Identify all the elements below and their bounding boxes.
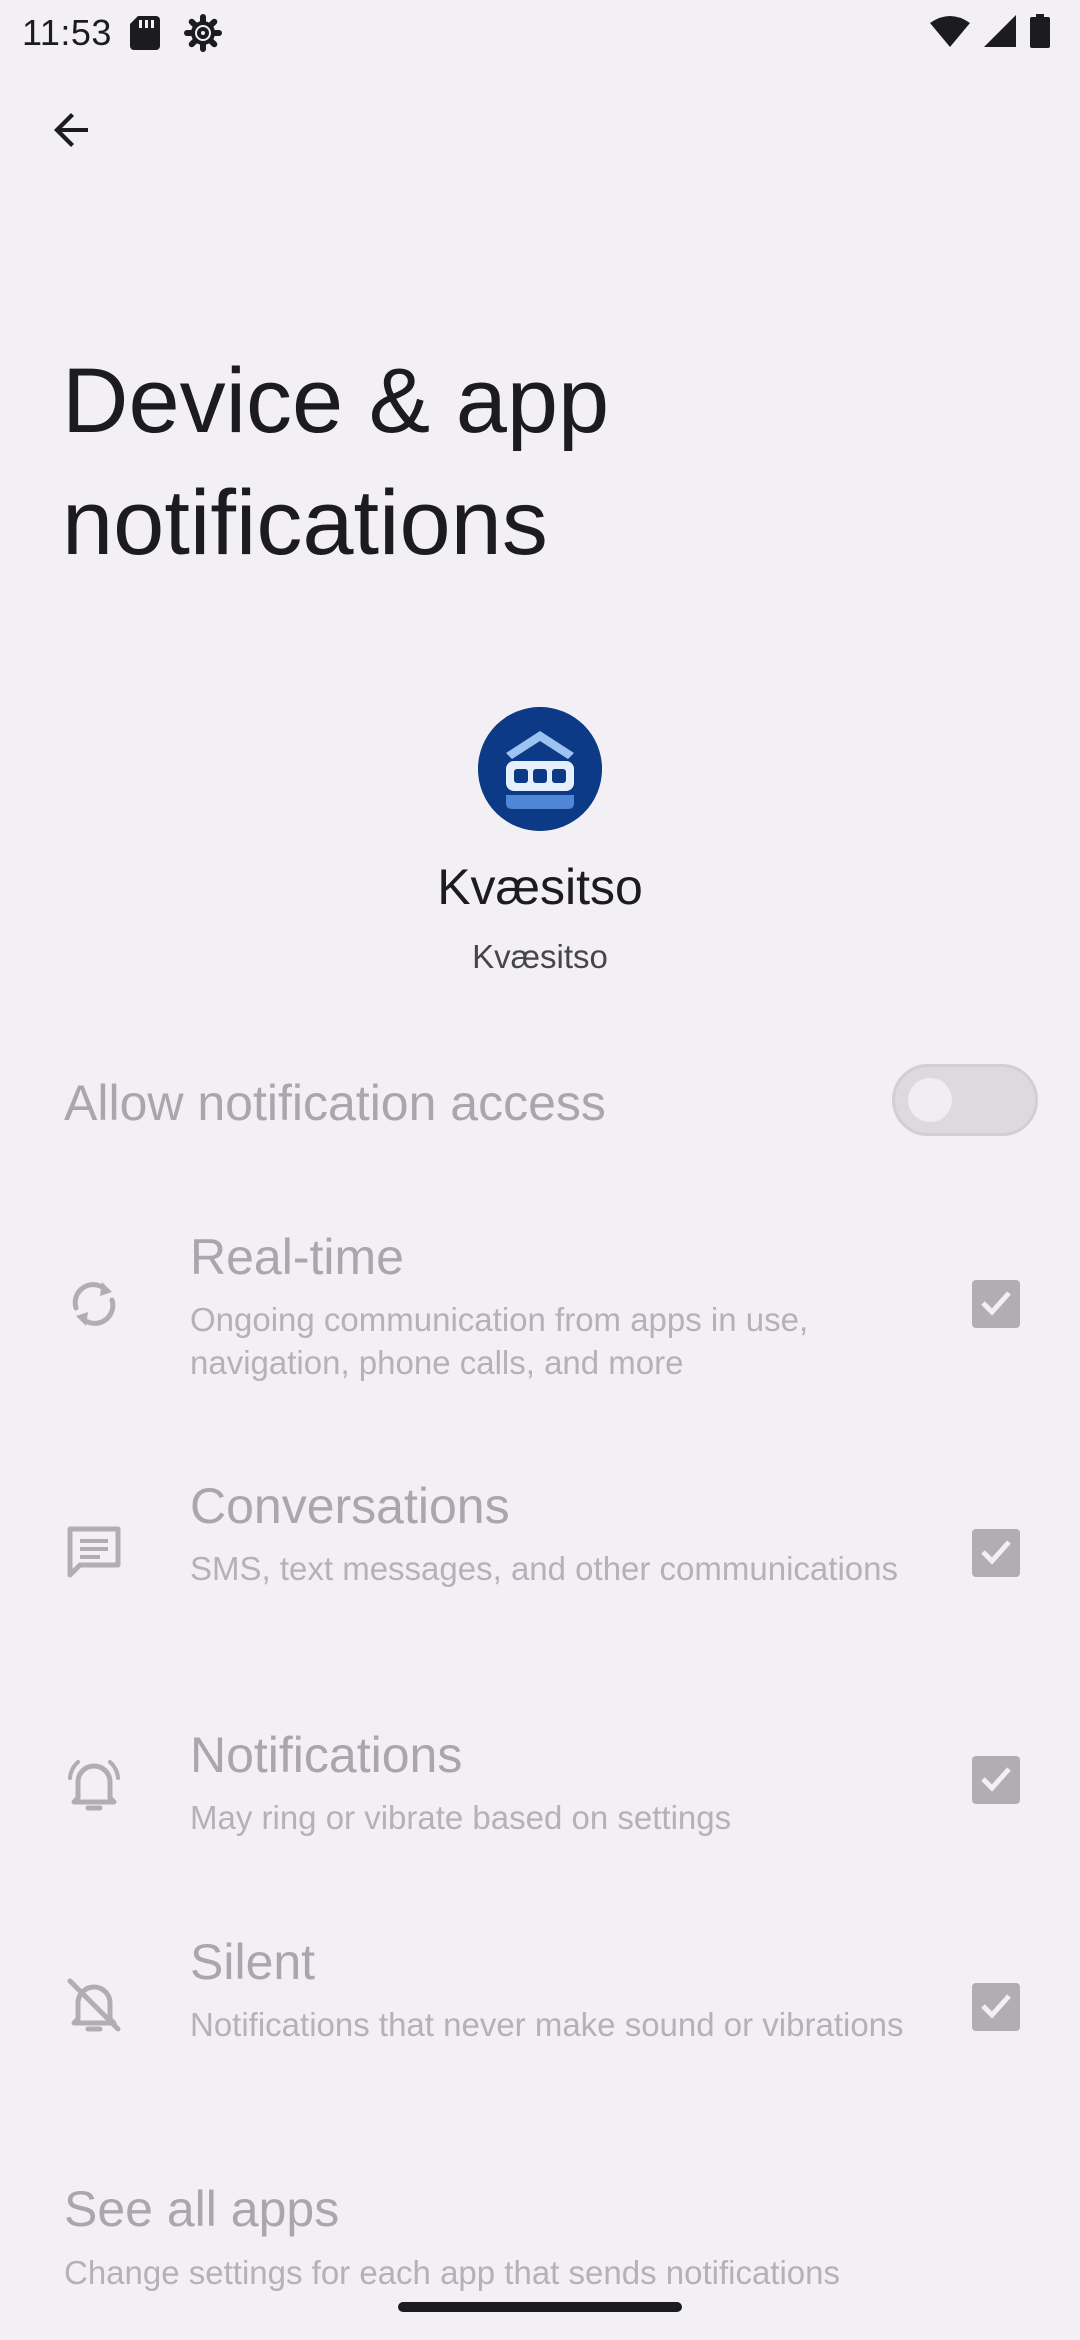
sync-icon bbox=[62, 1272, 126, 1336]
page-title: Device & app notifications bbox=[62, 350, 610, 574]
type-title-conversations: Conversations bbox=[190, 1478, 510, 1534]
battery-icon bbox=[1030, 14, 1050, 53]
arrow-back-icon bbox=[48, 106, 96, 159]
type-summary-silent: Notifications that never make sound or v… bbox=[190, 2006, 904, 2043]
type-row-conversations[interactable]: Conversations SMS, text messages, and ot… bbox=[0, 1477, 1080, 1637]
status-left-icons bbox=[130, 14, 222, 57]
status-bar: 11:53 bbox=[0, 0, 1080, 64]
message-icon bbox=[62, 1521, 126, 1585]
allow-notification-access-row[interactable]: Allow notification access bbox=[0, 1040, 1080, 1160]
type-row-real-time[interactable]: Real-time Ongoing communication from app… bbox=[0, 1228, 1080, 1388]
type-title-silent: Silent bbox=[190, 1934, 316, 1990]
type-summary-conversations: SMS, text messages, and other communicat… bbox=[190, 1550, 898, 1587]
see-all-apps-title: See all apps bbox=[64, 2181, 340, 2237]
allow-notification-access-switch[interactable] bbox=[892, 1064, 1038, 1136]
checkbox-silent[interactable] bbox=[972, 1983, 1020, 2031]
wifi-icon bbox=[930, 15, 970, 52]
checkbox-notifications[interactable] bbox=[972, 1756, 1020, 1804]
type-row-notifications[interactable]: Notifications May ring or vibrate based … bbox=[0, 1726, 1080, 1846]
checkbox-real-time[interactable] bbox=[972, 1280, 1020, 1328]
type-summary-real-time: Ongoing communication from apps in use, … bbox=[190, 1301, 809, 1381]
bell-off-icon bbox=[62, 1973, 126, 2037]
see-all-apps-row[interactable]: See all apps Change settings for each ap… bbox=[0, 2170, 1080, 2310]
see-all-apps-summary: Change settings for each app that sends … bbox=[64, 2254, 840, 2291]
status-time: 11:53 bbox=[22, 12, 112, 53]
app-icon bbox=[478, 707, 602, 831]
type-title-notifications: Notifications bbox=[190, 1727, 463, 1783]
app-package-label: Kvæsitso bbox=[472, 938, 608, 975]
gesture-navigation-handle[interactable] bbox=[398, 2302, 682, 2312]
check-icon bbox=[977, 1532, 1015, 1575]
status-right-icons bbox=[930, 14, 1050, 53]
checkbox-conversations[interactable] bbox=[972, 1529, 1020, 1577]
check-icon bbox=[977, 1759, 1015, 1802]
check-icon bbox=[977, 1283, 1015, 1326]
app-name: Kvæsitso bbox=[437, 859, 643, 915]
settings-gear-icon bbox=[184, 14, 222, 57]
sd-card-icon bbox=[130, 16, 160, 55]
bell-ring-icon bbox=[62, 1752, 126, 1816]
allow-notification-access-label: Allow notification access bbox=[64, 1075, 606, 1131]
back-button[interactable] bbox=[36, 96, 108, 168]
cell-signal-icon bbox=[984, 15, 1016, 52]
screen: 11:53 Device & app notifications Kvæsits… bbox=[0, 0, 1080, 2340]
type-title-real-time: Real-time bbox=[190, 1229, 404, 1285]
type-summary-notifications: May ring or vibrate based on settings bbox=[190, 1799, 732, 1836]
type-row-silent[interactable]: Silent Notifications that never make sou… bbox=[0, 1933, 1080, 2093]
check-icon bbox=[977, 1986, 1015, 2029]
switch-thumb bbox=[908, 1078, 952, 1122]
